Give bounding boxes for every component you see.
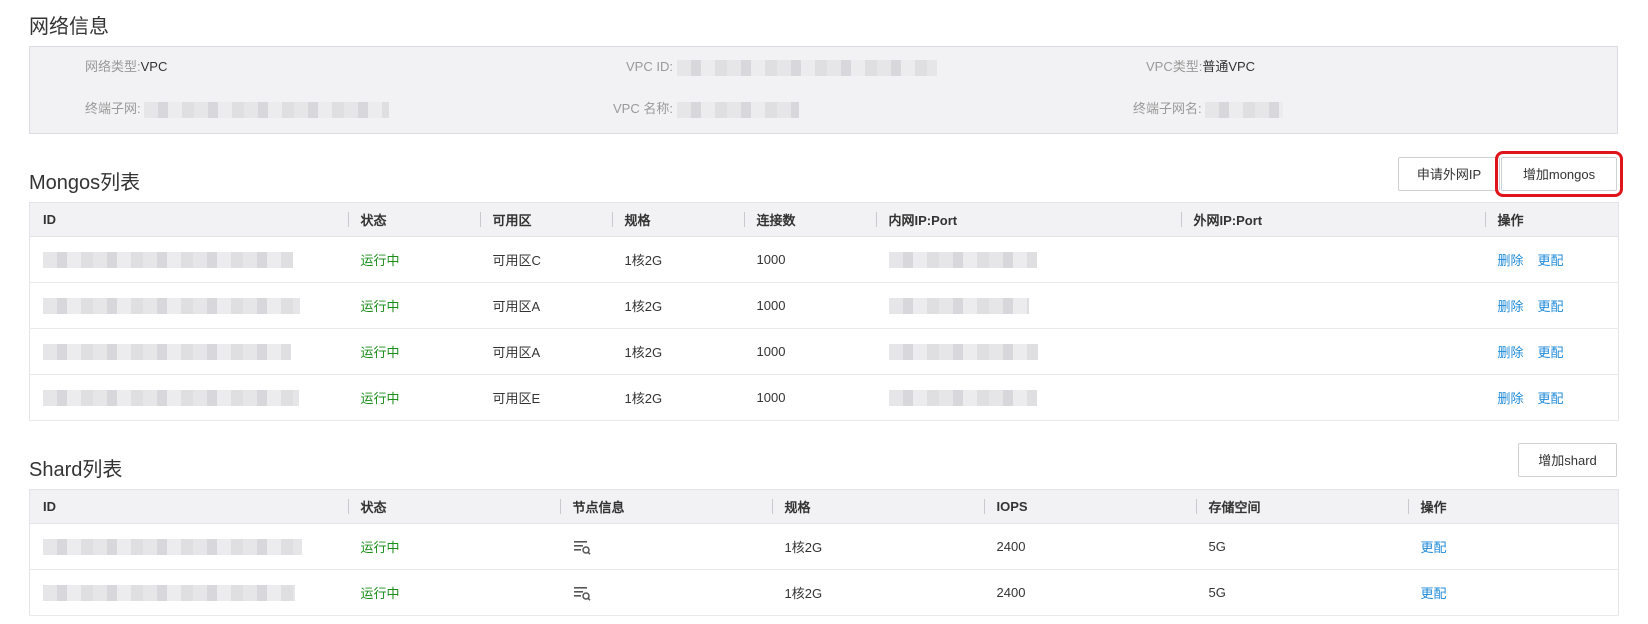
table-row: 运行中 可用区A 1核2G 1000 删除 更配 [29, 328, 1619, 375]
external-ip-cell [1180, 236, 1485, 283]
network-info-panel: 网络类型:VPC VPC ID: VPC类型:普通VPC 终端子网: VPC 名… [29, 46, 1618, 134]
status-badge: 运行中 [347, 328, 480, 375]
reconfigure-link[interactable]: 更配 [1538, 299, 1564, 314]
spec-cell: 1核2G [771, 569, 984, 616]
redacted-id [43, 538, 302, 555]
iops-cell: 2400 [983, 569, 1196, 616]
status-badge: 运行中 [347, 236, 480, 283]
delete-link[interactable]: 删除 [1498, 299, 1524, 314]
reconfigure-link[interactable]: 更配 [1538, 345, 1564, 360]
status-badge: 运行中 [347, 282, 480, 329]
spec-cell: 1核2G [611, 328, 744, 375]
redacted-internal-ip [888, 389, 1037, 406]
col-internal-ip: 内网IP:Port [875, 202, 1181, 237]
list-search-icon[interactable] [573, 585, 591, 601]
iops-cell: 2400 [983, 523, 1196, 570]
delete-link[interactable]: 删除 [1498, 253, 1524, 268]
col-actions: 操作 [1407, 489, 1619, 524]
external-ip-cell [1180, 282, 1485, 329]
spec-cell: 1核2G [611, 236, 744, 283]
col-connections: 连接数 [743, 202, 876, 237]
mongos-list-title: Mongos列表 [29, 172, 141, 194]
spec-cell: 1核2G [611, 374, 744, 421]
zone-cell: 可用区A [479, 282, 612, 329]
reconfigure-link[interactable]: 更配 [1538, 253, 1564, 268]
col-spec: 规格 [771, 489, 984, 524]
status-badge: 运行中 [347, 374, 480, 421]
table-row: 运行中 1核2G 2400 5G 更配 [29, 523, 1619, 570]
network-info-title: 网络信息 [29, 16, 109, 38]
col-node-info: 节点信息 [559, 489, 772, 524]
redacted-id [43, 389, 299, 406]
table-row: 运行中 可用区C 1核2G 1000 删除 更配 [29, 236, 1619, 283]
connections-cell: 1000 [743, 328, 876, 375]
apply-public-ip-button[interactable]: 申请外网IP [1398, 157, 1500, 191]
col-status: 状态 [347, 202, 480, 237]
redacted-internal-ip [888, 251, 1037, 268]
status-badge: 运行中 [347, 569, 560, 616]
vpc-id-field: VPC ID: [626, 58, 937, 76]
subnet-field: 终端子网: [85, 100, 390, 118]
reconfigure-link[interactable]: 更配 [1421, 586, 1447, 601]
storage-cell: 5G [1195, 569, 1408, 616]
table-row: 运行中 可用区A 1核2G 1000 删除 更配 [29, 282, 1619, 329]
mongos-table-header: ID 状态 可用区 规格 连接数 内网IP:Port 外网IP:Port 操作 [29, 202, 1619, 237]
status-badge: 运行中 [347, 523, 560, 570]
external-ip-cell [1180, 328, 1485, 375]
connections-cell: 1000 [743, 374, 876, 421]
connections-cell: 1000 [743, 236, 876, 283]
redacted-vpc-name [676, 101, 799, 118]
redacted-internal-ip [888, 297, 1029, 314]
spec-cell: 1核2G [771, 523, 984, 570]
redacted-subnet-name [1205, 101, 1284, 118]
redacted-internal-ip [888, 343, 1038, 360]
redacted-id [43, 343, 291, 360]
external-ip-cell [1180, 374, 1485, 421]
shard-list-title: Shard列表 [29, 459, 123, 481]
mongos-table: ID 状态 可用区 规格 连接数 内网IP:Port 外网IP:Port 操作 … [29, 202, 1619, 421]
shard-table: ID 状态 节点信息 规格 IOPS 存储空间 操作 运行中 1核2G 2400… [29, 489, 1619, 616]
vpc-name-field: VPC 名称: [613, 100, 799, 118]
table-row: 运行中 可用区E 1核2G 1000 删除 更配 [29, 374, 1619, 421]
subnet-name-field: 终端子网名: [1133, 100, 1284, 118]
reconfigure-link[interactable]: 更配 [1538, 391, 1564, 406]
col-zone: 可用区 [479, 202, 612, 237]
reconfigure-link[interactable]: 更配 [1421, 540, 1447, 555]
col-external-ip: 外网IP:Port [1180, 202, 1485, 237]
col-id: ID [29, 489, 348, 524]
zone-cell: 可用区A [479, 328, 612, 375]
zone-cell: 可用区E [479, 374, 612, 421]
shard-table-header: ID 状态 节点信息 规格 IOPS 存储空间 操作 [29, 489, 1619, 524]
redacted-subnet [144, 101, 390, 118]
network-type-field: 网络类型:VPC [85, 59, 168, 74]
storage-cell: 5G [1195, 523, 1408, 570]
delete-link[interactable]: 删除 [1498, 391, 1524, 406]
table-row: 运行中 1核2G 2400 5G 更配 [29, 569, 1619, 616]
col-actions: 操作 [1484, 202, 1619, 237]
spec-cell: 1核2G [611, 282, 744, 329]
redacted-vpc-id [676, 59, 937, 76]
col-status: 状态 [347, 489, 560, 524]
delete-link[interactable]: 删除 [1498, 345, 1524, 360]
zone-cell: 可用区C [479, 236, 612, 283]
add-mongos-button[interactable]: 增加mongos [1495, 151, 1623, 197]
redacted-id [43, 251, 293, 268]
redacted-id [43, 584, 295, 601]
add-shard-button[interactable]: 增加shard [1518, 443, 1617, 477]
redacted-id [43, 297, 300, 314]
vpc-type-field: VPC类型:普通VPC [1146, 59, 1256, 74]
col-iops: IOPS [983, 489, 1196, 524]
col-spec: 规格 [611, 202, 744, 237]
list-search-icon[interactable] [573, 539, 591, 555]
col-id: ID [29, 202, 348, 237]
col-storage: 存储空间 [1195, 489, 1408, 524]
connections-cell: 1000 [743, 282, 876, 329]
